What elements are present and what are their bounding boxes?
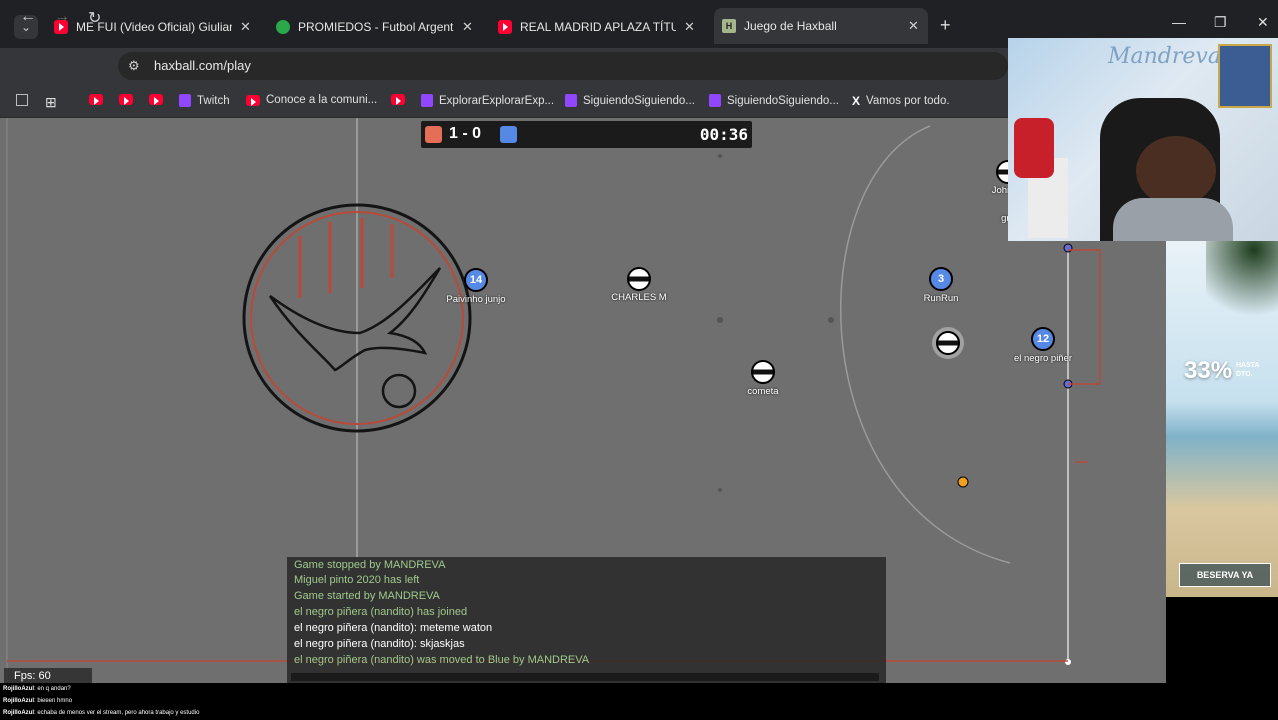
bookmark-vamos[interactable]: X Vamos por todo. [852, 94, 950, 108]
player-disc: 3 [929, 267, 953, 291]
new-tab-button[interactable]: + [940, 15, 951, 36]
youtube-icon [391, 94, 405, 105]
twitch-icon [179, 94, 191, 107]
bookmark-youtube-4[interactable] [391, 94, 411, 105]
fps-counter: Fps: 60 [4, 668, 92, 684]
travel-ad[interactable]: 33% HASTA DTO. BESERVA YA [1166, 241, 1278, 597]
youtube-icon [149, 94, 163, 105]
tab-youtube-me-fui[interactable]: ME FUI (Video Oficial) Giuliano ✕ [54, 12, 251, 42]
chat-line: el negro piñera (nandito): skjaskjas [294, 638, 465, 650]
microphone [1014, 118, 1054, 178]
address-bar[interactable] [118, 52, 1008, 80]
tab-title: PROMIEDOS - Futbol Argentino [298, 20, 454, 34]
bookmark-apps[interactable] [16, 94, 28, 106]
close-icon[interactable]: ✕ [240, 19, 251, 35]
player-name: RunRun [923, 293, 959, 304]
site-info-icon[interactable]: ⚙ [128, 58, 140, 74]
streamer-shirt [1113, 198, 1233, 241]
close-icon[interactable]: ✕ [908, 18, 919, 34]
youtube-icon [119, 94, 133, 105]
chat-line: el negro piñera (nandito) has joined [294, 606, 468, 618]
player-disc [751, 360, 775, 384]
stream-chat-line: RojilloAzul: en q andan? [3, 686, 71, 692]
promiedos-icon [276, 20, 290, 34]
twitch-icon [709, 94, 721, 107]
chat-line: el negro piñera (nandito): meteme waton [294, 622, 493, 634]
tab-haxball[interactable]: H Juego de Haxball ✕ [714, 8, 928, 44]
twitch-icon [421, 94, 433, 107]
stream-chat: RojilloAzul: en q andan? RojilloAzul: bi… [0, 683, 1278, 720]
bookmark-youtube-1[interactable] [89, 94, 109, 105]
player-disc: 14 [464, 268, 488, 292]
player-name: CHARLES M [611, 292, 667, 303]
player-name: cometa [747, 386, 779, 397]
close-window-button[interactable]: ✕ [1257, 14, 1269, 31]
streamer-head [1136, 136, 1216, 206]
url-text[interactable]: haxball.com/play [154, 58, 251, 73]
apps-grid-icon[interactable]: ⊞ [45, 94, 57, 111]
x-icon: X [852, 94, 861, 108]
game-chat: Game stopped by MANDREVA Miguel pinto 20… [287, 557, 886, 683]
bookmark-youtube-2[interactable] [119, 94, 139, 105]
webcam-sign: Mandreva [1108, 44, 1221, 69]
twitch-icon [565, 94, 577, 107]
bookmark-twitch[interactable]: Twitch [179, 94, 230, 107]
ad-book-button[interactable]: BESERVA YA [1179, 563, 1271, 587]
player-disc: 12 [1031, 327, 1055, 351]
blue-team-indicator [500, 126, 517, 143]
palm-tree [1206, 241, 1278, 331]
stream-chat-line: RojilloAzul: bieeen hmno [3, 698, 73, 704]
bookmark-conoce[interactable]: Conoce a la comuni... [246, 94, 377, 106]
chat-input[interactable] [291, 673, 879, 681]
fifa-card [1218, 44, 1272, 108]
ad-discount: 33% [1184, 357, 1233, 384]
player-name: Paivinho junjo [446, 294, 506, 305]
tab-title: Juego de Haxball [744, 19, 837, 33]
haxball-icon: H [722, 19, 736, 33]
square-icon [16, 94, 28, 106]
bookmark-siguiendo-1[interactable]: SiguiendoSiguiendo... [565, 94, 695, 107]
tab-promiedos[interactable]: PROMIEDOS - Futbol Argentino ✕ [276, 12, 473, 42]
stream-chat-line: RojilloAzul: echaba de menos ver el stre… [3, 710, 200, 716]
chat-line: Game stopped by MANDREVA [294, 559, 446, 571]
tab-youtube-real-madrid[interactable]: REAL MADRID APLAZA TÍTULO ✕ [498, 12, 695, 42]
close-icon[interactable]: ✕ [684, 19, 695, 35]
chat-line: el negro piñera (nandito) was moved to B… [294, 654, 590, 666]
player-name: el negro piñer [1013, 353, 1073, 364]
overlay-blank [1166, 597, 1278, 683]
close-icon[interactable]: ✕ [462, 19, 473, 35]
bookmark-explorar[interactable]: ExplorarExplorarExp... [421, 94, 554, 107]
red-team-indicator [425, 126, 442, 143]
player-disc-self [936, 331, 960, 355]
youtube-icon [498, 20, 512, 34]
scoreboard: 1 - 0 00:36 [421, 121, 752, 148]
webcam-overlay: Mandreva [1008, 38, 1278, 241]
bookmark-siguiendo-2[interactable]: SiguiendoSiguiendo... [709, 94, 839, 107]
reload-button[interactable]: ↻ [88, 8, 101, 28]
chat-line: Miguel pinto 2020 has left [294, 574, 420, 586]
ball [957, 476, 969, 488]
ad-discount-sub: HASTA DTO. [1236, 362, 1260, 378]
bookmark-youtube-3[interactable] [149, 94, 169, 105]
player-disc [627, 267, 651, 291]
restore-button[interactable]: ❐ [1214, 14, 1227, 31]
youtube-icon [246, 94, 260, 106]
forward-button[interactable]: → [54, 8, 70, 26]
back-button[interactable]: ← [20, 8, 36, 26]
match-timer: 00:36 [699, 125, 748, 144]
score: 1 - 0 [449, 125, 482, 142]
youtube-icon [89, 94, 103, 105]
minimize-button[interactable]: — [1172, 14, 1186, 30]
tab-title: REAL MADRID APLAZA TÍTULO [520, 20, 676, 34]
chat-line: Game started by MANDREVA [294, 590, 440, 602]
